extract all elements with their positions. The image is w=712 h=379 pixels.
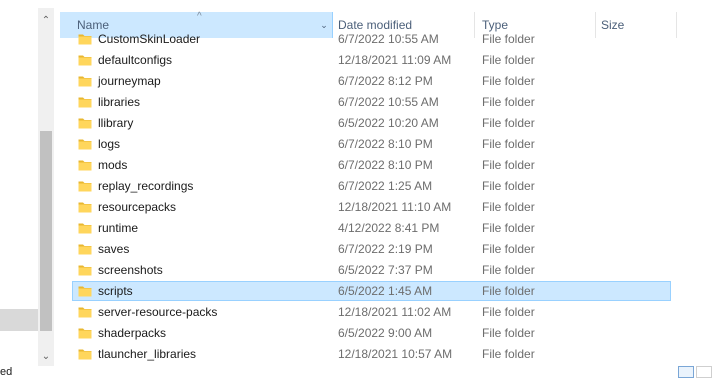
- file-row[interactable]: CustomSkinLoader 6/7/2022 10:55 AM File fo…: [72, 30, 671, 49]
- scroll-down-icon[interactable]: ⌄: [38, 348, 54, 364]
- file-date-modified: 12/18/2021 11:09 AM: [338, 53, 452, 67]
- file-list: CustomSkinLoader 6/7/2022 10:55 AM File fo…: [60, 30, 712, 366]
- file-type: File folder: [482, 326, 535, 340]
- nav-item-label: ed: [0, 366, 13, 378]
- file-name: resourcepacks: [98, 200, 177, 214]
- file-type: File folder: [482, 179, 535, 193]
- file-row[interactable]: resourcepacks 12/18/2021 11:10 AM File fol…: [72, 197, 671, 217]
- file-row[interactable]: tlauncher_libraries 12/18/2021 10:57 AM Fi…: [72, 344, 671, 364]
- folder-icon: [78, 181, 92, 192]
- file-name: screenshots: [98, 263, 163, 277]
- file-date-modified: 6/7/2022 10:55 AM: [338, 32, 439, 46]
- file-type: File folder: [482, 347, 535, 361]
- file-row[interactable]: runtime 4/12/2022 8:41 PM File folder: [72, 218, 671, 238]
- file-row[interactable]: logs 6/7/2022 8:10 PM File folder: [72, 134, 671, 154]
- file-type: File folder: [482, 263, 535, 277]
- folder-icon: [78, 139, 92, 150]
- file-date-modified: 6/7/2022 8:12 PM: [338, 74, 433, 88]
- tiles-view-icon[interactable]: [696, 366, 712, 378]
- file-type: File folder: [482, 158, 535, 172]
- folder-icon: [78, 34, 92, 45]
- file-name: runtime: [98, 221, 139, 235]
- file-type: File folder: [482, 74, 535, 88]
- file-row[interactable]: scripts 6/5/2022 1:45 AM File folder: [72, 281, 671, 301]
- folder-icon: [78, 349, 92, 360]
- file-name: replay_recordings: [98, 179, 194, 193]
- file-name: journeymap: [98, 74, 161, 88]
- file-name: server-resource-packs: [98, 305, 218, 319]
- file-date-modified: 6/7/2022 8:10 PM: [338, 137, 433, 151]
- folder-icon: [78, 97, 92, 108]
- file-date-modified: 6/5/2022 7:37 PM: [338, 263, 433, 277]
- file-date-modified: 6/5/2022 1:45 AM: [338, 284, 433, 298]
- file-row[interactable]: screenshots 6/5/2022 7:37 PM File folder: [72, 260, 671, 280]
- folder-icon: [78, 55, 92, 66]
- file-row[interactable]: libraries 6/7/2022 10:55 AM File folder: [72, 92, 671, 112]
- file-name: libraries: [98, 95, 141, 109]
- file-name: llibrary: [98, 116, 134, 130]
- file-type: File folder: [482, 284, 535, 298]
- folder-icon: [78, 160, 92, 171]
- file-name: mods: [98, 158, 128, 172]
- file-type: File folder: [482, 305, 535, 319]
- file-name: CustomSkinLoader: [98, 32, 201, 46]
- file-name: logs: [98, 137, 121, 151]
- folder-icon: [78, 202, 92, 213]
- file-row[interactable]: shaderpacks 6/5/2022 9:00 AM File folder: [72, 323, 671, 343]
- view-switcher: [678, 366, 712, 379]
- file-name: shaderpacks: [98, 326, 167, 340]
- file-type: File folder: [482, 137, 535, 151]
- file-row[interactable]: mods 6/7/2022 8:10 PM File folder: [72, 155, 671, 175]
- file-row[interactable]: journeymap 6/7/2022 8:12 PM File folder: [72, 71, 671, 91]
- file-row[interactable]: replay_recordings 6/7/2022 1:25 AM File fo…: [72, 176, 671, 196]
- file-type: File folder: [482, 116, 535, 130]
- file-date-modified: 4/12/2022 8:41 PM: [338, 221, 440, 235]
- file-type: File folder: [482, 32, 535, 46]
- folder-icon: [78, 286, 92, 297]
- folder-icon: [78, 118, 92, 129]
- scroll-up-icon[interactable]: ⌃: [38, 12, 54, 28]
- file-row[interactable]: server-resource-packs 12/18/2021 11:02 AM…: [72, 302, 671, 322]
- file-type: File folder: [482, 53, 535, 67]
- scrollbar-thumb[interactable]: [40, 131, 52, 331]
- folder-icon: [78, 223, 92, 234]
- file-date-modified: 12/18/2021 10:57 AM: [338, 347, 453, 361]
- folder-icon: [78, 76, 92, 87]
- file-date-modified: 6/7/2022 10:55 AM: [338, 95, 439, 109]
- file-date-modified: 6/5/2022 10:20 AM: [338, 116, 439, 130]
- file-date-modified: 6/7/2022 2:19 PM: [338, 242, 433, 256]
- file-row[interactable]: llibrary 6/5/2022 10:20 AM File folder: [72, 113, 671, 133]
- file-date-modified: 12/18/2021 11:10 AM: [338, 200, 452, 214]
- file-date-modified: 6/7/2022 8:10 PM: [338, 158, 433, 172]
- sort-ascending-icon: ^: [197, 11, 202, 22]
- file-type: File folder: [482, 95, 535, 109]
- file-row[interactable]: defaultconfigs 12/18/2021 11:09 AM File fo…: [72, 50, 671, 70]
- file-date-modified: 12/18/2021 11:02 AM: [338, 305, 452, 319]
- nav-selected-item[interactable]: [0, 309, 38, 331]
- folder-icon: [78, 307, 92, 318]
- file-name: scripts: [98, 284, 133, 298]
- details-view-icon[interactable]: [678, 366, 694, 378]
- folder-icon: [78, 244, 92, 255]
- file-type: File folder: [482, 200, 535, 214]
- file-name: defaultconfigs: [98, 53, 173, 67]
- file-type: File folder: [482, 242, 535, 256]
- file-date-modified: 6/7/2022 1:25 AM: [338, 179, 433, 193]
- folder-icon: [78, 328, 92, 339]
- file-name: saves: [98, 242, 130, 256]
- file-date-modified: 6/5/2022 9:00 AM: [338, 326, 433, 340]
- file-type: File folder: [482, 221, 535, 235]
- file-name: tlauncher_libraries: [98, 347, 197, 361]
- folder-icon: [78, 265, 92, 276]
- file-row[interactable]: saves 6/7/2022 2:19 PM File folder: [72, 239, 671, 259]
